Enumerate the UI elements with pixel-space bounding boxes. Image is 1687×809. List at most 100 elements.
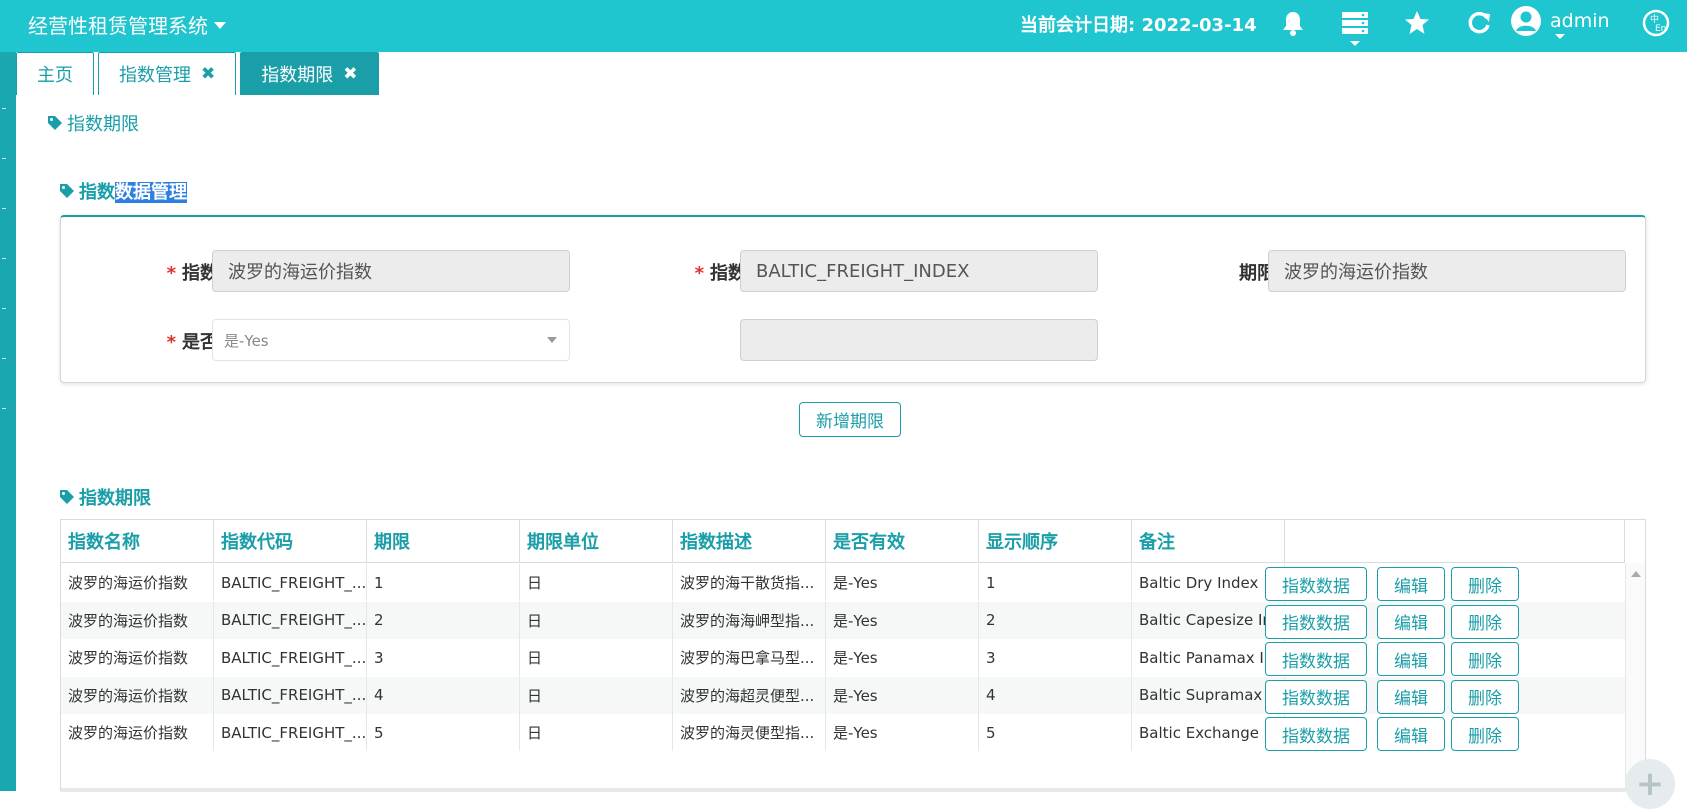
- index-data-button[interactable]: 指数数据: [1265, 604, 1367, 639]
- server-icon[interactable]: [1340, 8, 1370, 46]
- delete-button[interactable]: 删除: [1451, 604, 1519, 639]
- table-cell: BALTIC_FREIGHT_...: [214, 639, 367, 676]
- table-header-row: 指数名称 指数代码 期限 期限单位 指数描述 是否有效 显示顺序 备注: [61, 520, 1625, 563]
- table-cell: 4: [979, 676, 1132, 714]
- chevron-down-icon: [1555, 34, 1565, 39]
- edit-button[interactable]: 编辑: [1377, 717, 1445, 751]
- edit-button[interactable]: 编辑: [1377, 679, 1445, 714]
- table-cell: BALTIC_FREIGHT_...: [214, 601, 367, 639]
- table-row[interactable]: 波罗的海运价指数 BALTIC_FREIGHT_... 5 日波罗的海灵便型指... 是…: [61, 714, 1625, 751]
- table-cell: 2: [979, 601, 1132, 639]
- table-cell: 日: [520, 714, 673, 751]
- table-cell: 波罗的海运价指数: [61, 676, 214, 714]
- table-section-title-text: 指数期限: [79, 488, 151, 509]
- delete-button[interactable]: 删除: [1451, 642, 1519, 676]
- tag-icon: [48, 116, 62, 130]
- left-sidebar-collapsed[interactable]: [0, 52, 16, 791]
- app-title-menu[interactable]: 经营性租赁管理系统: [28, 10, 226, 39]
- top-navbar: 经营性租赁管理系统 当前会计日期: 2022-03-14 admin 中 En: [0, 0, 1687, 52]
- required-mark: *: [166, 263, 176, 284]
- table-cell: 是-Yes: [826, 639, 979, 676]
- term-description-field[interactable]: 波罗的海运价指数: [1268, 250, 1626, 292]
- sidebar-tick: [2, 108, 6, 109]
- horizontal-scrollbar[interactable]: [61, 788, 1625, 792]
- form-section-title-selected: 数据管理: [115, 182, 187, 203]
- index-code-field[interactable]: BALTIC_FREIGHT_INDEX: [740, 250, 1098, 292]
- column-header[interactable]: 指数代码: [214, 520, 367, 562]
- delete-button[interactable]: 删除: [1451, 717, 1519, 751]
- table-cell: Baltic Exchange ...: [1132, 714, 1285, 751]
- table-cell: BALTIC_FREIGHT_...: [214, 564, 367, 601]
- table-cell: 3: [367, 639, 520, 676]
- table-cell: 是-Yes: [826, 601, 979, 639]
- valid-select[interactable]: 是-Yes: [212, 319, 570, 361]
- close-icon[interactable]: ✖: [343, 64, 357, 84]
- star-icon[interactable]: [1402, 8, 1432, 38]
- index-data-button[interactable]: 指数数据: [1265, 642, 1367, 676]
- table-cell: 日: [520, 676, 673, 714]
- column-header[interactable]: 是否有效: [826, 520, 979, 562]
- language-icon[interactable]: 中 En: [1641, 8, 1671, 38]
- remark-field[interactable]: [740, 319, 1098, 361]
- table-cell: 波罗的海运价指数: [61, 639, 214, 676]
- table-section-title: 指数期限: [59, 484, 151, 510]
- index-name-field[interactable]: 波罗的海运价指数: [212, 250, 570, 292]
- table-row[interactable]: 波罗的海运价指数 BALTIC_FREIGHT_... 4 日波罗的海超灵便型... 是…: [61, 676, 1625, 714]
- sidebar-tick: [2, 208, 6, 209]
- sidebar-tick: [2, 158, 6, 159]
- table-cell: BALTIC_FREIGHT_...: [214, 714, 367, 751]
- edit-button[interactable]: 编辑: [1377, 642, 1445, 676]
- tab-index-term[interactable]: 指数期限 ✖: [240, 52, 379, 95]
- column-header[interactable]: 期限单位: [520, 520, 673, 562]
- add-floating-button[interactable]: +: [1625, 759, 1675, 809]
- table-cell: 2: [367, 601, 520, 639]
- table-cell: Baltic Dry Index: [1132, 564, 1285, 601]
- index-data-button[interactable]: 指数数据: [1265, 717, 1367, 751]
- table-cell: 是-Yes: [826, 676, 979, 714]
- table-row[interactable]: 波罗的海运价指数 BALTIC_FREIGHT_... 3 日波罗的海巴拿马型... 是…: [61, 639, 1625, 676]
- table-cell: 1: [367, 564, 520, 601]
- bell-icon[interactable]: [1278, 8, 1308, 38]
- edit-button[interactable]: 编辑: [1377, 567, 1445, 601]
- column-header[interactable]: 期限: [367, 520, 520, 562]
- tab-home[interactable]: 主页: [16, 52, 94, 95]
- table-cell: 4: [367, 676, 520, 714]
- table-cell: 5: [367, 714, 520, 751]
- required-mark: *: [166, 332, 176, 353]
- table-cell: 日: [520, 564, 673, 601]
- column-header[interactable]: 备注: [1132, 520, 1285, 562]
- index-term-table: 指数名称 指数代码 期限 期限单位 指数描述 是否有效 显示顺序 备注 波罗的海运价指数 BAL…: [60, 519, 1646, 792]
- delete-button[interactable]: 删除: [1451, 567, 1519, 601]
- tab-index-management[interactable]: 指数管理 ✖: [98, 52, 237, 95]
- edit-button[interactable]: 编辑: [1377, 604, 1445, 639]
- chevron-down-icon: [547, 337, 557, 343]
- user-circle-icon: [1511, 6, 1541, 36]
- index-name-value: 波罗的海运价指数: [228, 262, 372, 283]
- table-cell: BALTIC_FREIGHT_...: [214, 676, 367, 714]
- table-cell: 波罗的海运价指数: [61, 564, 214, 601]
- scroll-up-icon[interactable]: [1631, 571, 1641, 577]
- column-header[interactable]: 指数名称: [61, 520, 214, 562]
- close-icon[interactable]: ✖: [201, 64, 215, 84]
- form-section-title: 指数数据管理: [59, 178, 187, 204]
- table-cell: 5: [979, 714, 1132, 751]
- add-term-button[interactable]: 新增期限: [799, 402, 901, 437]
- table-cell: Baltic Capesize In...: [1132, 601, 1285, 639]
- user-menu[interactable]: admin: [1510, 5, 1610, 39]
- column-header[interactable]: 指数描述: [673, 520, 826, 562]
- table-cell: 波罗的海巴拿马型...: [673, 639, 826, 676]
- index-data-button[interactable]: 指数数据: [1265, 679, 1367, 714]
- required-mark: *: [694, 263, 704, 284]
- delete-button[interactable]: 删除: [1451, 679, 1519, 714]
- refresh-icon[interactable]: [1464, 8, 1494, 38]
- table-row[interactable]: 波罗的海运价指数 BALTIC_FREIGHT_... 2 日波罗的海海岬型指... 是…: [61, 601, 1625, 639]
- table-cell: 波罗的海运价指数: [61, 601, 214, 639]
- table-cell: Baltic Supramax I...: [1132, 676, 1285, 714]
- vertical-scrollbar[interactable]: [1625, 563, 1645, 790]
- table-cell: 波罗的海灵便型指...: [673, 714, 826, 751]
- index-data-button[interactable]: 指数数据: [1265, 567, 1367, 601]
- table-row[interactable]: 波罗的海运价指数 BALTIC_FREIGHT_... 1 日波罗的海干散货指... 是…: [61, 564, 1625, 601]
- valid-select-value: 是-Yes: [224, 331, 269, 350]
- table-cell: 日: [520, 639, 673, 676]
- column-header[interactable]: 显示顺序: [979, 520, 1132, 562]
